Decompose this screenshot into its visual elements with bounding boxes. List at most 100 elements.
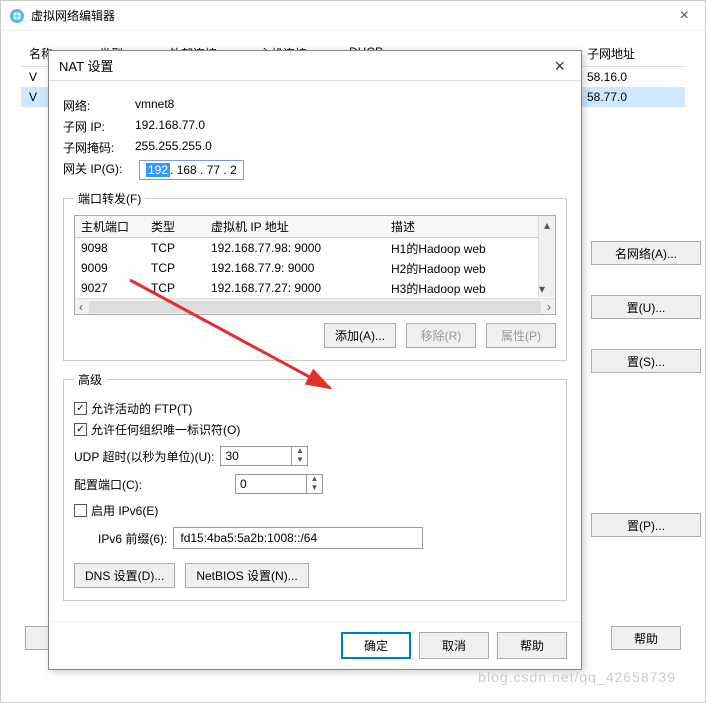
cell-ip: 192.168.77.98: 9000 — [205, 241, 385, 255]
cell-type: TCP — [145, 281, 205, 295]
parent-title: 虚拟网络编辑器 — [31, 7, 672, 24]
advanced-legend: 高级 — [74, 371, 106, 388]
checkbox-icon[interactable] — [74, 504, 87, 517]
allow-ftp-label: 允许活动的 FTP(T) — [91, 400, 192, 417]
cell-type: TCP — [145, 241, 205, 255]
modal-footer: 确定 取消 帮助 — [49, 621, 581, 669]
settings-s-button[interactable]: 置(S)... — [591, 349, 701, 373]
app-logo-icon — [9, 8, 25, 24]
udp-timeout-field: UDP 超时(以秒为单位)(U): ▲▼ — [74, 446, 556, 466]
settings-p-button[interactable]: 置(P)... — [591, 513, 701, 537]
cell-desc: H3的Hadoop web — [385, 280, 555, 297]
ipv6-prefix-input[interactable] — [173, 527, 423, 549]
subnet-mask-value: 255.255.255.0 — [135, 139, 212, 156]
cell-port: 9098 — [75, 241, 145, 255]
enable-ipv6-option[interactable]: 启用 IPv6(E) — [74, 502, 556, 519]
port-forward-table: 主机端口 类型 虚拟机 IP 地址 描述 9098 TCP 192.168.77… — [74, 215, 556, 315]
parent-side-buttons: 名网络(A)... 置(U)... 置(S)... 置(P)... — [591, 241, 701, 537]
port-forward-group: 端口转发(F) 主机端口 类型 虚拟机 IP 地址 描述 9098 TCP 19… — [63, 190, 567, 361]
cell-port: 9027 — [75, 281, 145, 295]
nat-settings-dialog: NAT 设置 × 网络: vmnet8 子网 IP: 192.168.77.0 … — [48, 50, 582, 670]
enable-ipv6-label: 启用 IPv6(E) — [91, 502, 158, 519]
cell-port: 9009 — [75, 261, 145, 275]
config-port-field: 配置端口(C): ▲▼ — [74, 474, 556, 494]
scroll-up-icon[interactable]: ▴ — [539, 216, 555, 233]
allow-ftp-option[interactable]: ✓ 允许活动的 FTP(T) — [74, 400, 556, 417]
spinner[interactable]: ▲▼ — [306, 475, 322, 493]
parent-help-button[interactable]: 帮助 — [611, 626, 681, 650]
parent-titlebar: 虚拟网络编辑器 × — [1, 1, 705, 31]
subnet-mask-label: 子网掩码: — [63, 139, 135, 156]
parent-help: 帮助 — [611, 626, 681, 650]
table-row[interactable]: 9098 TCP 192.168.77.98: 9000 H1的Hadoop w… — [75, 238, 555, 258]
cell-desc: H2的Hadoop web — [385, 260, 555, 277]
horizontal-scrollbar[interactable]: ‹› — [75, 298, 555, 315]
row-addr: 58.16.0 — [587, 70, 677, 84]
udp-timeout-value[interactable] — [221, 447, 291, 465]
config-port-value[interactable] — [236, 475, 306, 493]
th-ip[interactable]: 虚拟机 IP 地址 — [205, 218, 385, 235]
gateway-row: 网关 IP(G): 192. 168 . 77 . 2 — [63, 160, 567, 180]
cell-type: TCP — [145, 261, 205, 275]
allow-org-option[interactable]: ✓ 允许任何组织唯一标识符(O) — [74, 421, 556, 438]
scroll-track[interactable] — [89, 301, 541, 313]
config-port-label: 配置端口(C): — [74, 476, 229, 493]
modal-title: NAT 设置 — [59, 56, 548, 75]
table-row[interactable]: 9027 TCP 192.168.77.27: 9000 H3的Hadoop w… — [75, 278, 555, 298]
col-addr: 子网地址 — [587, 45, 677, 62]
ipv6-prefix-label: IPv6 前缀(6): — [98, 530, 167, 547]
scroll-down-icon[interactable]: ▾ — [539, 280, 545, 297]
subnet-ip-value: 192.168.77.0 — [135, 118, 205, 135]
subnet-mask-row: 子网掩码: 255.255.255.0 — [63, 139, 567, 156]
row-prefix: V — [29, 90, 37, 104]
remove-button[interactable]: 移除(R) — [406, 323, 476, 348]
settings-u-button[interactable]: 置(U)... — [591, 295, 701, 319]
cell-ip: 192.168.77.9: 9000 — [205, 261, 385, 275]
gateway-selected-octet: 192 — [146, 163, 170, 177]
properties-button[interactable]: 属性(P) — [486, 323, 556, 348]
dns-settings-button[interactable]: DNS 设置(D)... — [74, 563, 175, 588]
modal-close-icon[interactable]: × — [548, 57, 571, 75]
advanced-buttons: DNS 设置(D)... NetBIOS 设置(N)... — [74, 563, 556, 588]
add-button[interactable]: 添加(A)... — [324, 323, 396, 348]
network-row: 网络: vmnet8 — [63, 97, 567, 114]
checkbox-icon[interactable]: ✓ — [74, 402, 87, 415]
gateway-rest: . 168 . 77 . 2 — [170, 163, 237, 177]
port-forward-buttons: 添加(A)... 移除(R) 属性(P) — [74, 323, 556, 348]
help-button[interactable]: 帮助 — [497, 632, 567, 659]
gateway-ip-input[interactable]: 192. 168 . 77 . 2 — [139, 160, 244, 180]
advanced-group: 高级 ✓ 允许活动的 FTP(T) ✓ 允许任何组织唯一标识符(O) UDP 超… — [63, 371, 567, 601]
table-row[interactable]: 9009 TCP 192.168.77.9: 9000 H2的Hadoop we… — [75, 258, 555, 278]
allow-org-label: 允许任何组织唯一标识符(O) — [91, 421, 240, 438]
udp-timeout-label: UDP 超时(以秒为单位)(U): — [74, 448, 214, 465]
vertical-scrollbar[interactable]: ▴▾ — [538, 216, 555, 297]
port-forward-legend: 端口转发(F) — [74, 190, 145, 207]
th-type[interactable]: 类型 — [145, 218, 205, 235]
th-port[interactable]: 主机端口 — [75, 218, 145, 235]
spinner[interactable]: ▲▼ — [291, 447, 307, 465]
parent-close-icon[interactable]: × — [672, 7, 697, 25]
netbios-settings-button[interactable]: NetBIOS 设置(N)... — [185, 563, 308, 588]
watermark-text: blog.csdn.net/qq_42658739 — [478, 669, 676, 685]
modal-body: 网络: vmnet8 子网 IP: 192.168.77.0 子网掩码: 255… — [49, 81, 581, 615]
udp-timeout-input[interactable]: ▲▼ — [220, 446, 308, 466]
scroll-right-icon[interactable]: › — [547, 300, 551, 314]
spin-down-icon[interactable]: ▼ — [292, 456, 307, 465]
checkbox-icon[interactable]: ✓ — [74, 423, 87, 436]
subnet-ip-label: 子网 IP: — [63, 118, 135, 135]
modal-titlebar: NAT 设置 × — [49, 51, 581, 81]
row-addr: 58.77.0 — [587, 90, 677, 104]
cancel-button[interactable]: 取消 — [419, 632, 489, 659]
ok-button[interactable]: 确定 — [341, 632, 411, 659]
gateway-label: 网关 IP(G): — [63, 160, 135, 180]
network-value: vmnet8 — [135, 97, 174, 114]
config-port-input[interactable]: ▲▼ — [235, 474, 323, 494]
scroll-left-icon[interactable]: ‹ — [79, 300, 83, 314]
th-desc[interactable]: 描述 — [385, 218, 555, 235]
network-label: 网络: — [63, 97, 135, 114]
cell-desc: H1的Hadoop web — [385, 240, 555, 257]
rename-network-button[interactable]: 名网络(A)... — [591, 241, 701, 265]
spin-down-icon[interactable]: ▼ — [307, 484, 322, 493]
subnet-ip-row: 子网 IP: 192.168.77.0 — [63, 118, 567, 135]
ipv6-prefix-field: IPv6 前缀(6): — [98, 527, 556, 549]
